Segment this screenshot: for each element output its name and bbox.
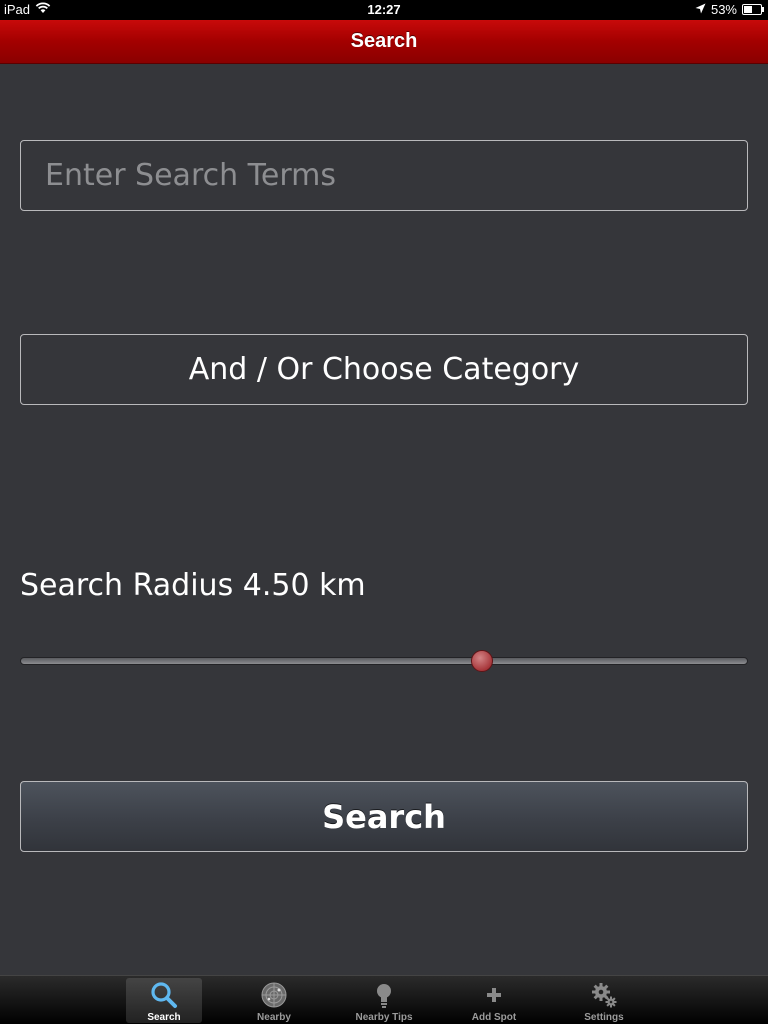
search-input[interactable]: [20, 140, 748, 211]
gears-icon: [566, 981, 642, 1009]
tab-label: Search: [147, 1012, 181, 1023]
tab-search[interactable]: Search: [126, 978, 202, 1023]
status-right: 53%: [695, 2, 764, 17]
tab-nearby[interactable]: Nearby: [236, 978, 312, 1023]
battery-percent: 53%: [710, 2, 737, 17]
status-bar: iPad 12:27 53%: [0, 0, 768, 20]
slider-thumb[interactable]: [470, 650, 493, 672]
search-button[interactable]: Search: [20, 781, 748, 852]
choose-category-button[interactable]: And / Or Choose Category: [20, 334, 748, 405]
search-button-label: Search: [322, 797, 446, 836]
choose-category-label: And / Or Choose Category: [188, 352, 580, 387]
tab-add-spot[interactable]: Add Spot: [456, 978, 532, 1023]
tab-bar: Search Nearby Nearby Tips Add Spot Setti…: [0, 975, 768, 1024]
status-time: 12:27: [367, 2, 401, 17]
navigation-bar: Search: [0, 20, 768, 64]
tab-label: Nearby Tips: [355, 1012, 413, 1023]
search-radius-label: Search Radius 4.50 km: [20, 568, 366, 603]
tab-label: Settings: [584, 1012, 624, 1023]
location-arrow-icon: [695, 2, 706, 17]
tab-settings[interactable]: Settings: [566, 978, 642, 1023]
tab-label: Add Spot: [471, 1012, 517, 1023]
battery-icon: [742, 4, 764, 15]
search-radius-slider[interactable]: [20, 648, 748, 674]
tab-nearby-tips[interactable]: Nearby Tips: [346, 978, 422, 1023]
slider-track[interactable]: [20, 657, 748, 665]
page-title: Search: [350, 30, 418, 52]
screen: iPad 12:27 53% Search Enter Search Terms…: [0, 0, 768, 1024]
plus-icon: [456, 981, 532, 1009]
battery-fill: [744, 6, 752, 13]
magnifier-icon: [126, 981, 202, 1009]
tab-label: Nearby: [257, 1012, 291, 1023]
lightbulb-icon: [346, 981, 422, 1009]
radar-icon: [236, 981, 312, 1009]
